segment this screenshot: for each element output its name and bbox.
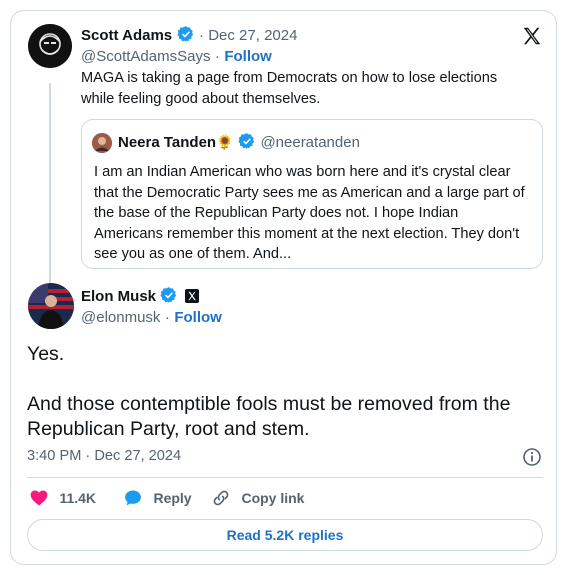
parent-post-header: Scott Adams · Dec 27, 2024 <box>81 25 297 45</box>
thread-connector-line <box>49 83 51 293</box>
parent-post-text: MAGA is taking a page from Democrats on … <box>81 68 497 109</box>
parent-text-line: while feeling good about themselves. <box>81 90 321 107</box>
verified-icon <box>160 286 178 304</box>
read-replies-button[interactable]: Read 5.2K replies <box>27 519 543 551</box>
main-text-line: And those contemptible fools must be rem… <box>27 393 511 415</box>
follow-parent-button[interactable]: Follow <box>224 48 272 65</box>
copy-link-button[interactable]: Copy link <box>211 488 304 510</box>
main-author-handle[interactable]: @elonmusk <box>81 309 160 326</box>
elon-musk-avatar[interactable] <box>28 283 74 329</box>
quoted-text-line: Americans remember this moment at the ne… <box>94 225 520 242</box>
parent-author-name[interactable]: Scott Adams <box>81 27 172 44</box>
like-count: 11.4K <box>59 490 97 506</box>
quoted-text-line: I am an Indian American who was born her… <box>94 164 511 180</box>
quoted-text-line: that the Democratic Party sees me as Ame… <box>94 184 525 201</box>
quoted-author-name: Neera Tanden <box>118 134 217 151</box>
separator-dot: · <box>164 309 170 326</box>
info-icon[interactable] <box>522 447 542 467</box>
scott-adams-avatar[interactable] <box>28 24 72 68</box>
verified-icon <box>176 25 195 43</box>
heart-icon <box>30 490 48 506</box>
follow-main-button[interactable]: Follow <box>174 309 222 326</box>
main-author-name[interactable]: Elon Musk <box>81 288 156 305</box>
main-text-line: Republican Party, root and stem. <box>27 418 310 440</box>
quoted-post[interactable]: Neera Tanden🌻 @neeratanden I am an India… <box>81 119 543 269</box>
main-post-text-first: Yes. <box>27 343 65 365</box>
like-button[interactable]: 11.4K <box>29 488 96 510</box>
embedded-post-card: Scott Adams · Dec 27, 2024 @ScottAdamsSa… <box>10 10 557 565</box>
parent-post-date[interactable]: · Dec 27, 2024 <box>199 27 297 44</box>
main-handle-row: @elonmusk · Follow <box>81 309 222 327</box>
main-post-text-body: And those contemptible fools must be rem… <box>27 392 510 442</box>
main-post-header: Elon Musk <box>81 286 199 306</box>
quoted-author-handle: @neeratanden <box>260 134 360 151</box>
quoted-text-line: the base of the Republican Party does no… <box>94 205 459 221</box>
parent-text-line: MAGA is taking a page from Democrats on … <box>81 70 498 86</box>
parent-handle-row: @ScottAdamsSays · Follow <box>81 48 272 66</box>
x-logo-icon[interactable] <box>521 25 543 47</box>
quoted-post-text: I am an Indian American who was born her… <box>94 162 534 265</box>
link-icon <box>213 490 229 506</box>
parent-author-handle[interactable]: @ScottAdamsSays <box>81 48 210 65</box>
neera-tanden-avatar <box>92 133 112 153</box>
copy-link-label: Copy link <box>241 490 305 506</box>
verified-icon <box>238 132 256 150</box>
main-post-timestamp[interactable]: 3:40 PM · Dec 27, 2024 <box>27 448 181 464</box>
sunflower-emoji: 🌻 <box>216 134 234 150</box>
quoted-text-line: see you as one of them. And... <box>94 246 292 262</box>
reply-icon <box>125 490 141 506</box>
reply-label: Reply <box>153 490 192 506</box>
reply-button[interactable]: Reply <box>123 488 192 510</box>
divider <box>27 477 543 478</box>
x-affiliate-badge-icon[interactable] <box>184 289 199 303</box>
quoted-post-header: Neera Tanden🌻 @neeratanden <box>118 132 360 152</box>
separator-dot: · <box>214 48 220 65</box>
